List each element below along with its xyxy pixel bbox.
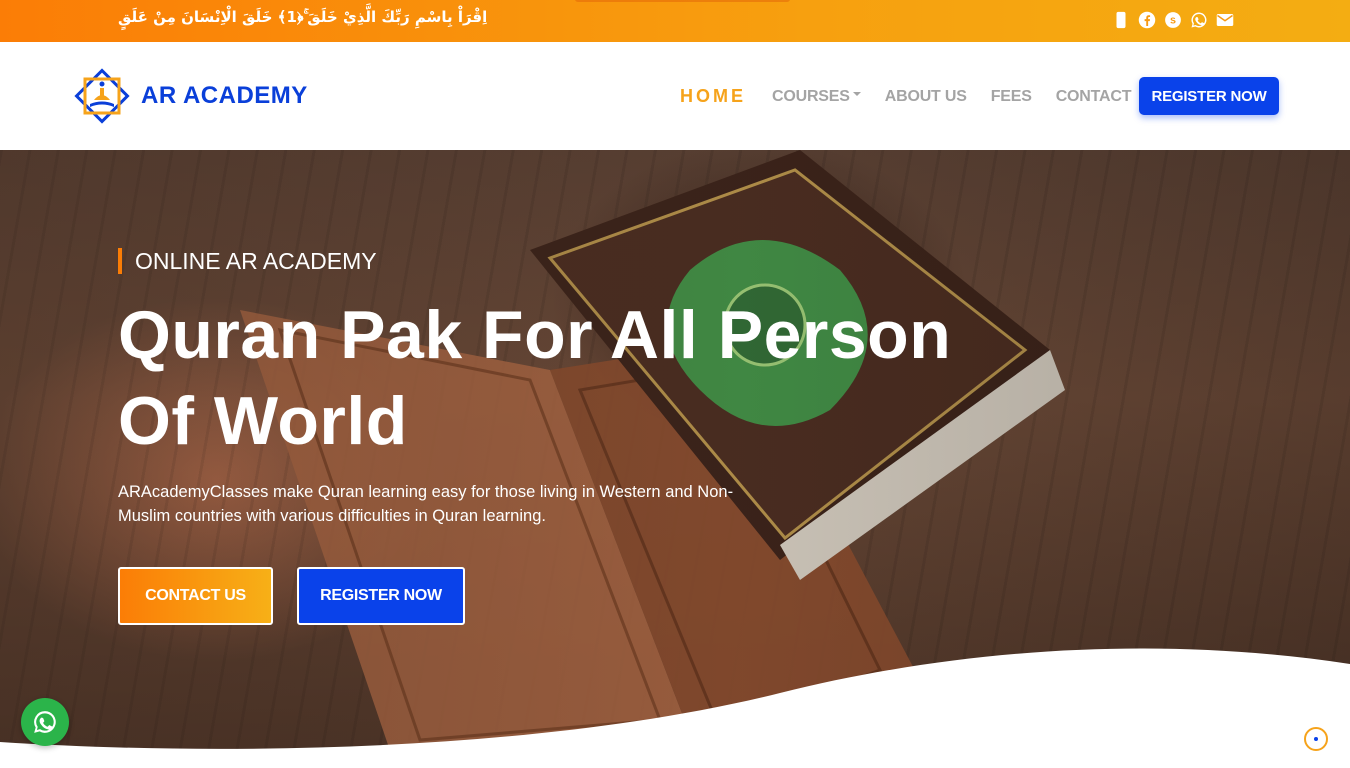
nav-item-contact[interactable]: CONTACT: [1056, 88, 1132, 106]
hero-section: ONLINE AR ACADEMY Quran Pak For All Pers…: [0, 150, 1350, 768]
hero-title: Quran Pak For All Person Of World: [118, 297, 952, 459]
skype-icon[interactable]: [1164, 10, 1182, 30]
scroll-top-button[interactable]: [1304, 727, 1328, 751]
whatsapp-icon: [34, 711, 56, 733]
facebook-icon[interactable]: [1138, 10, 1156, 30]
nav-item-courses[interactable]: COURSES: [772, 88, 861, 106]
logo-icon[interactable]: [72, 66, 132, 126]
nav-item-fees[interactable]: FEES: [991, 88, 1032, 106]
hero-tagline: ONLINE AR ACADEMY: [118, 248, 377, 274]
whatsapp-chat-button[interactable]: [21, 698, 69, 746]
envelope-icon[interactable]: [1216, 10, 1234, 30]
quran-verse: اِقْرَاْ بِاسْمِ رَبِّكَ الَّذِيْ خَلَقَ…: [118, 8, 488, 26]
top-bar-highlight: [575, 0, 790, 2]
scroll-top-icon: [1314, 737, 1318, 741]
caret-down-icon: [852, 92, 861, 97]
nav-menu: HOME COURSES ABOUT US FEES CONTACT: [680, 86, 1155, 107]
whatsapp-icon[interactable]: [1190, 10, 1208, 30]
brand-name[interactable]: AR ACADEMY: [141, 82, 308, 110]
hero-description: ARAcademyClasses make Quran learning eas…: [118, 483, 734, 525]
register-now-button[interactable]: REGISTER NOW: [1139, 77, 1279, 115]
phone-icon[interactable]: [1112, 10, 1130, 30]
top-bar: اِقْرَاْ بِاسْمِ رَبِّكَ الَّذِيْ خَلَقَ…: [0, 0, 1350, 42]
social-links: [1112, 10, 1234, 30]
nav-item-home[interactable]: HOME: [680, 86, 746, 107]
main-navbar: AR ACADEMY HOME COURSES ABOUT US FEES CO…: [0, 42, 1350, 150]
hero-wave-divider: [0, 648, 1350, 768]
nav-item-courses-label: COURSES: [772, 87, 850, 105]
nav-item-about[interactable]: ABOUT US: [885, 88, 967, 106]
